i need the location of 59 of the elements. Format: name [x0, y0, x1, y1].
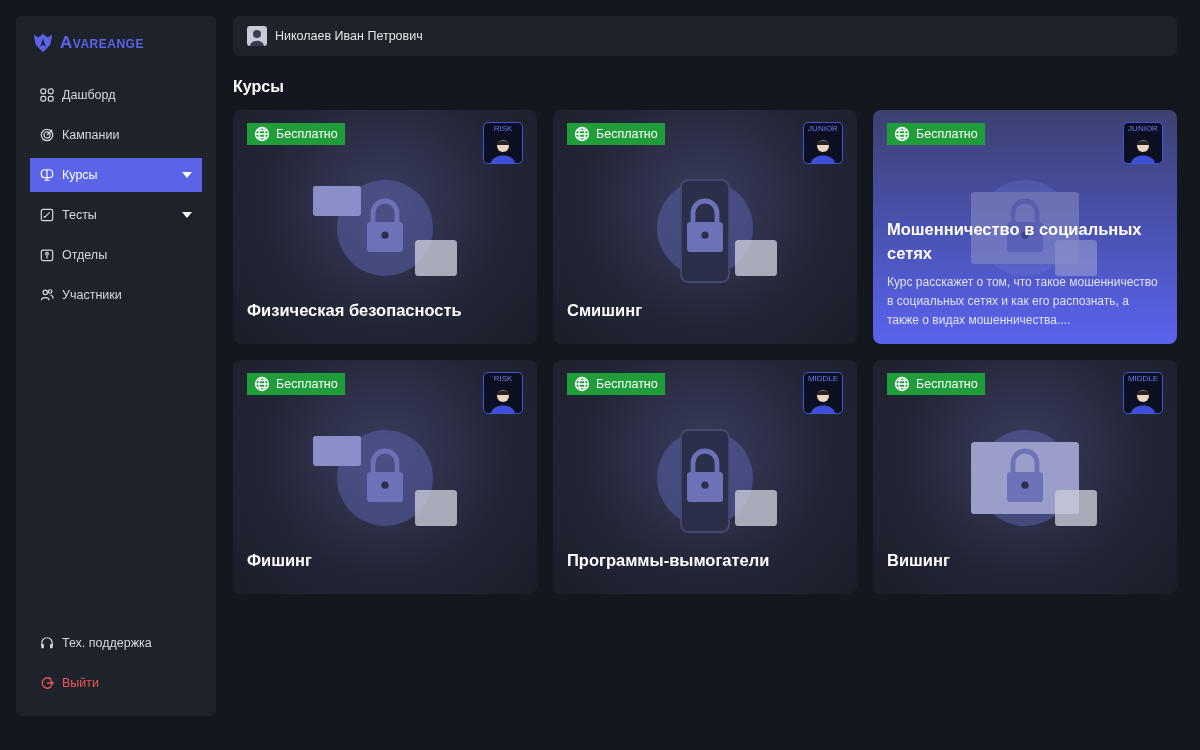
globe-icon	[574, 126, 590, 142]
level-badge: JUNIOR	[803, 122, 843, 164]
person-icon	[808, 137, 838, 163]
sidebar-item[interactable]: Участники	[30, 278, 202, 312]
wolf-logo-icon	[32, 32, 54, 54]
pencil-icon	[40, 208, 54, 222]
avatar-icon	[247, 26, 267, 46]
course-description: Курс расскажет о том, что такое мошенничество в социальных сетях и как его распознать, а также о видах мошенничества....	[887, 274, 1159, 329]
users-icon	[40, 288, 54, 302]
person-icon	[488, 387, 518, 413]
course-title: Физическая безопасность	[247, 300, 463, 321]
logout-link[interactable]: Выйти	[30, 666, 202, 700]
caret-icon	[182, 172, 192, 178]
user-name: Николаев Иван Петрович	[275, 29, 423, 43]
sidebar-item[interactable]: Отделы	[30, 238, 202, 272]
person-icon	[808, 387, 838, 413]
headphones-icon	[40, 636, 54, 650]
level-badge: RISK	[483, 122, 523, 164]
course-title: Программы-вымогатели	[567, 550, 771, 571]
globe-icon	[894, 126, 910, 142]
sidebar-item[interactable]: Кампании	[30, 118, 202, 152]
course-title: Фишинг	[247, 550, 313, 571]
id-card-icon	[40, 248, 54, 262]
level-badge: MIDDLE	[803, 372, 843, 414]
course-title: Мошенничество в социальных сетях	[887, 219, 1143, 264]
course-card[interactable]: Бесплатно RISK Физическая безопасность	[233, 110, 537, 344]
sidebar-item[interactable]: Дашборд	[30, 78, 202, 112]
level-badge: JUNIOR	[1123, 122, 1163, 164]
course-title: Смишинг	[567, 300, 643, 321]
globe-icon	[254, 376, 270, 392]
price-badge: Бесплатно	[887, 373, 985, 395]
person-icon	[488, 137, 518, 163]
sidebar-item[interactable]: Тесты	[30, 198, 202, 232]
brand-name: Avareange	[60, 33, 144, 53]
price-badge: Бесплатно	[247, 123, 345, 145]
course-card[interactable]: Бесплатно MIDDLE Вишинг	[873, 360, 1177, 594]
course-card[interactable]: Бесплатно JUNIOR Смишинг	[553, 110, 857, 344]
price-badge: Бесплатно	[567, 123, 665, 145]
person-icon	[1128, 137, 1158, 163]
level-badge: MIDDLE	[1123, 372, 1163, 414]
page-title: Курсы	[233, 78, 285, 96]
price-badge: Бесплатно	[247, 373, 345, 395]
course-card[interactable]: Бесплатно MIDDLE Программы-вымогатели	[553, 360, 857, 594]
level-badge: RISK	[483, 372, 523, 414]
grid-icon	[40, 88, 54, 102]
sidebar-item[interactable]: Курсы	[30, 158, 202, 192]
caret-icon	[182, 212, 192, 218]
target-icon	[40, 128, 54, 142]
globe-icon	[574, 376, 590, 392]
course-title: Вишинг	[887, 550, 951, 571]
globe-icon	[254, 126, 270, 142]
support-link[interactable]: Тех. поддержка	[30, 626, 202, 660]
logout-icon	[40, 676, 54, 690]
price-badge: Бесплатно	[887, 123, 985, 145]
price-badge: Бесплатно	[567, 373, 665, 395]
globe-icon	[894, 376, 910, 392]
course-card[interactable]: Бесплатно RISK Фишинг	[233, 360, 537, 594]
person-icon	[1128, 387, 1158, 413]
course-card[interactable]: Бесплатно JUNIOR Мошенничество в социальных сетях Курс расскажет о том, что такое мошенничество в социальных сетях и как его распознать, а также о видах мошенничества....	[873, 110, 1177, 344]
